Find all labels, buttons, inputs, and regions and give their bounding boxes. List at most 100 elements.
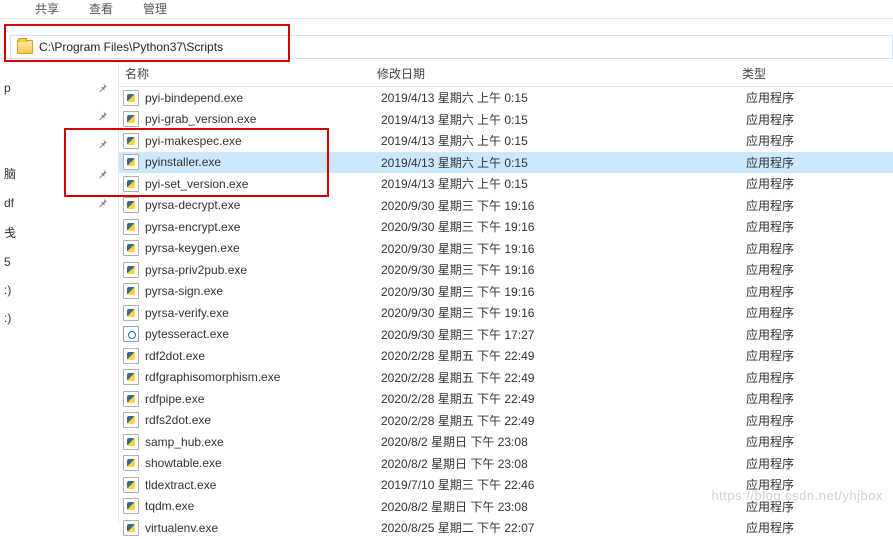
python-exe-icon	[123, 111, 139, 127]
file-row[interactable]: tldextract.exe2019/7/10 星期三 下午 22:46应用程序	[119, 474, 893, 496]
python-exe-icon	[123, 133, 139, 149]
file-row[interactable]: pyi-makespec.exe2019/4/13 星期六 上午 0:15应用程…	[119, 130, 893, 152]
file-name: pytesseract.exe	[145, 327, 381, 341]
file-name: showtable.exe	[145, 456, 381, 470]
python-exe-icon	[123, 154, 139, 170]
python-exe-icon	[123, 176, 139, 192]
python-exe-icon	[123, 412, 139, 428]
file-type: 应用程序	[746, 154, 893, 171]
file-row[interactable]: pyi-set_version.exe2019/4/13 星期六 上午 0:15…	[119, 173, 893, 195]
sidebar-item[interactable]	[0, 130, 118, 158]
file-type: 应用程序	[746, 111, 893, 128]
pin-icon	[98, 311, 108, 325]
file-type: 应用程序	[746, 89, 893, 106]
file-name: tqdm.exe	[145, 499, 381, 513]
ribbon-tabs: 共享 查看 管理	[0, 0, 893, 18]
file-row[interactable]: pyi-grab_version.exe2019/4/13 星期六 上午 0:1…	[119, 109, 893, 131]
python-exe-icon	[123, 455, 139, 471]
file-row[interactable]: rdf2dot.exe2020/2/28 星期五 下午 22:49应用程序	[119, 345, 893, 367]
tab-view[interactable]: 查看	[89, 0, 113, 17]
sidebar-item[interactable]: 5	[0, 248, 118, 276]
python-exe-icon	[123, 520, 139, 536]
file-row[interactable]: pyrsa-encrypt.exe2020/9/30 星期三 下午 19:16应…	[119, 216, 893, 238]
tab-manage[interactable]: 管理	[143, 0, 167, 17]
file-row[interactable]: tqdm.exe2020/8/2 星期日 下午 23:08应用程序	[119, 496, 893, 518]
file-row[interactable]: pyrsa-verify.exe2020/9/30 星期三 下午 19:16应用…	[119, 302, 893, 324]
python-exe-icon	[123, 262, 139, 278]
file-row[interactable]: virtualenv.exe2020/8/25 星期二 下午 22:07应用程序	[119, 517, 893, 539]
sidebar-item[interactable]: df	[0, 189, 118, 217]
file-modified-date: 2020/9/30 星期三 下午 19:16	[381, 197, 746, 214]
file-row[interactable]: rdfs2dot.exe2020/2/28 星期五 下午 22:49应用程序	[119, 410, 893, 432]
file-row[interactable]: pyinstaller.exe2019/4/13 星期六 上午 0:15应用程序	[119, 152, 893, 174]
sidebar-item[interactable]: :)	[0, 276, 118, 304]
python-exe-icon	[123, 197, 139, 213]
file-type: 应用程序	[746, 455, 893, 472]
file-name: tldextract.exe	[145, 478, 381, 492]
sidebar-item-label: 5	[0, 255, 88, 269]
python-exe-icon	[123, 434, 139, 450]
file-row[interactable]: pytesseract.exe2020/9/30 星期三 下午 17:27应用程…	[119, 324, 893, 346]
sidebar-item[interactable]: :)	[0, 304, 118, 332]
file-modified-date: 2020/2/28 星期五 下午 22:49	[381, 412, 746, 429]
sidebar-item[interactable]: 脑	[0, 158, 118, 189]
file-type: 应用程序	[746, 283, 893, 300]
file-name: pyrsa-verify.exe	[145, 306, 381, 320]
file-type: 应用程序	[746, 498, 893, 515]
file-row[interactable]: pyrsa-keygen.exe2020/9/30 星期三 下午 19:16应用…	[119, 238, 893, 260]
column-header-modified[interactable]: 修改日期	[377, 65, 742, 82]
folder-icon	[17, 40, 33, 54]
python-exe-icon	[123, 477, 139, 493]
file-row[interactable]: pyrsa-sign.exe2020/9/30 星期三 下午 19:16应用程序	[119, 281, 893, 303]
file-type: 应用程序	[746, 132, 893, 149]
file-row[interactable]: pyrsa-decrypt.exe2020/9/30 星期三 下午 19:16应…	[119, 195, 893, 217]
file-type: 应用程序	[746, 412, 893, 429]
file-type: 应用程序	[746, 326, 893, 343]
file-row[interactable]: rdfpipe.exe2020/2/28 星期五 下午 22:49应用程序	[119, 388, 893, 410]
pin-icon	[98, 167, 108, 181]
file-name: pyrsa-decrypt.exe	[145, 198, 381, 212]
file-name: pyi-set_version.exe	[145, 177, 381, 191]
file-type: 应用程序	[746, 240, 893, 257]
python-exe-icon	[123, 283, 139, 299]
file-modified-date: 2019/4/13 星期六 上午 0:15	[381, 154, 746, 171]
file-type: 应用程序	[746, 433, 893, 450]
file-row[interactable]: pyrsa-priv2pub.exe2020/9/30 星期三 下午 19:16…	[119, 259, 893, 281]
file-row[interactable]: samp_hub.exe2020/8/2 星期日 下午 23:08应用程序	[119, 431, 893, 453]
address-path: C:\Program Files\Python37\Scripts	[39, 40, 223, 54]
address-area: C:\Program Files\Python37\Scripts	[0, 18, 893, 58]
sidebar: p 脑 df 戋 5:):)	[0, 59, 119, 523]
file-modified-date: 2020/8/2 星期日 下午 23:08	[381, 455, 746, 472]
file-type: 应用程序	[746, 175, 893, 192]
sidebar-item-label: p	[0, 81, 88, 95]
file-type: 应用程序	[746, 390, 893, 407]
pin-icon	[98, 81, 108, 95]
file-type: 应用程序	[746, 304, 893, 321]
tab-share[interactable]: 共享	[35, 0, 59, 17]
file-modified-date: 2020/2/28 星期五 下午 22:49	[381, 369, 746, 386]
file-list-panel: 名称 修改日期 类型 pyi-bindepend.exe2019/4/13 星期…	[119, 59, 893, 523]
file-name: pyrsa-priv2pub.exe	[145, 263, 381, 277]
file-row[interactable]: showtable.exe2020/8/2 星期日 下午 23:08应用程序	[119, 453, 893, 475]
column-header-name[interactable]: 名称	[119, 65, 377, 82]
file-modified-date: 2020/2/28 星期五 下午 22:49	[381, 390, 746, 407]
file-name: pyi-grab_version.exe	[145, 112, 381, 126]
sidebar-item[interactable]: p	[0, 74, 118, 102]
file-modified-date: 2020/9/30 星期三 下午 19:16	[381, 283, 746, 300]
column-header-type[interactable]: 类型	[742, 65, 893, 82]
file-modified-date: 2019/7/10 星期三 下午 22:46	[381, 476, 746, 493]
file-row[interactable]: rdfgraphisomorphism.exe2020/2/28 星期五 下午 …	[119, 367, 893, 389]
file-name: rdf2dot.exe	[145, 349, 381, 363]
address-bar[interactable]: C:\Program Files\Python37\Scripts	[10, 35, 893, 59]
sidebar-item[interactable]	[0, 102, 118, 130]
sidebar-item[interactable]: 戋	[0, 217, 118, 248]
file-modified-date: 2020/8/2 星期日 下午 23:08	[381, 498, 746, 515]
python-exe-icon	[123, 305, 139, 321]
file-name: samp_hub.exe	[145, 435, 381, 449]
file-row[interactable]: pyi-bindepend.exe2019/4/13 星期六 上午 0:15应用…	[119, 87, 893, 109]
sidebar-item-label: :)	[0, 283, 88, 297]
sidebar-item-label: df	[0, 196, 88, 210]
file-type: 应用程序	[746, 369, 893, 386]
file-name: pyrsa-keygen.exe	[145, 241, 381, 255]
file-modified-date: 2020/9/30 星期三 下午 19:16	[381, 240, 746, 257]
